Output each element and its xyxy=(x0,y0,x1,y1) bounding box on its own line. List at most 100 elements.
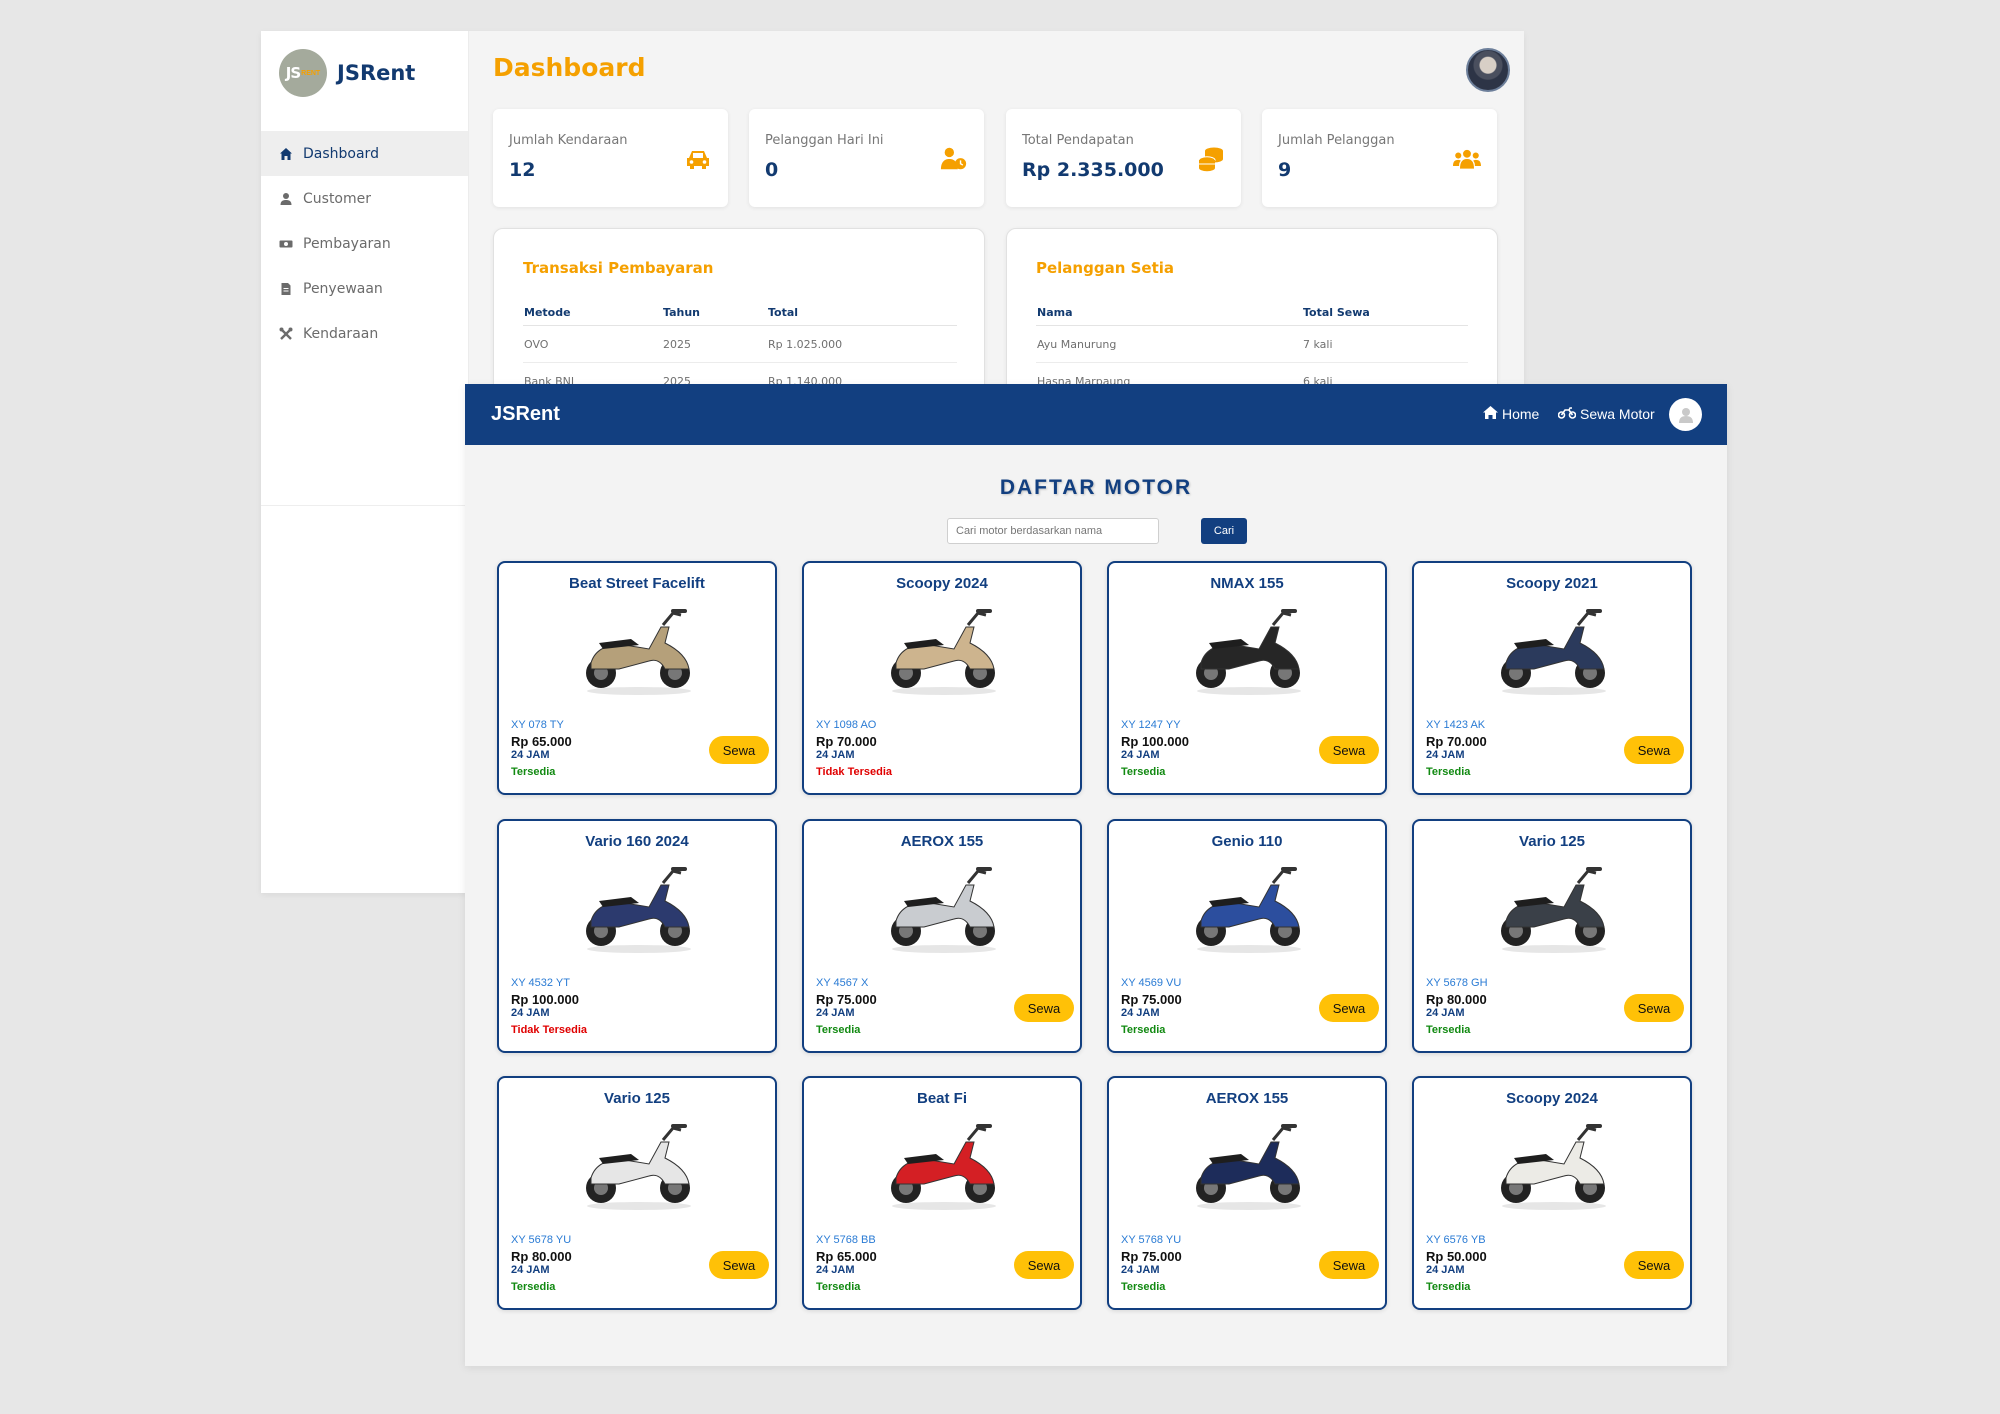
sidebar-item-label: Kendaraan xyxy=(303,325,379,342)
motor-image xyxy=(1179,599,1319,699)
motor-name: Beat Street Facelift xyxy=(569,575,705,592)
user-clock-icon xyxy=(940,145,968,173)
motor-status: Tersedia xyxy=(1426,1024,1471,1036)
brand-logo: JS RENT xyxy=(279,49,327,97)
motor-card: Beat Fi XY 5768 BB Rp 65.000 24 JAM Ters… xyxy=(802,1076,1082,1310)
table-cell: 7 kali xyxy=(1302,325,1468,363)
sidebar-item-label: Pembayaran xyxy=(303,235,391,252)
motor-image xyxy=(1179,857,1319,957)
motor-status: Tersedia xyxy=(1121,1024,1166,1036)
motor-name: Genio 110 xyxy=(1211,833,1283,850)
motor-image xyxy=(569,599,709,699)
home-icon xyxy=(279,147,293,161)
column-header: Nama xyxy=(1036,299,1302,326)
stat-card-jumlah-kendaraan: Jumlah Kendaraan 12 xyxy=(493,109,728,207)
sidebar-item-penyewaan[interactable]: Penyewaan xyxy=(261,266,468,311)
sewa-button[interactable]: Sewa xyxy=(1624,1251,1684,1279)
motor-duration: 24 JAM xyxy=(511,749,550,761)
motor-name: Beat Fi xyxy=(916,1090,967,1107)
motor-image xyxy=(874,857,1014,957)
sewa-button[interactable]: Sewa xyxy=(709,736,769,764)
motor-card: Scoopy 2024 XY 6576 YB Rp 50.000 24 JAM … xyxy=(1412,1076,1692,1310)
motor-duration: 24 JAM xyxy=(1426,1007,1465,1019)
sewa-button[interactable]: Sewa xyxy=(1014,1251,1074,1279)
document-icon xyxy=(279,282,293,296)
table-cell: Rp 1.025.000 xyxy=(767,325,957,363)
user-icon xyxy=(1678,407,1693,423)
motor-price: Rp 75.000 xyxy=(1121,992,1182,1007)
motor-name: AEROX 155 xyxy=(900,833,984,850)
sewa-button[interactable]: Sewa xyxy=(709,1251,769,1279)
motor-image xyxy=(569,857,709,957)
logo-text: JS xyxy=(285,64,301,82)
motor-price: Rp 65.000 xyxy=(511,734,572,749)
motor-plate: XY 4567 X xyxy=(816,977,869,989)
motor-duration: 24 JAM xyxy=(511,1264,550,1276)
stat-card-jumlah-pelanggan: Jumlah Pelanggan 9 xyxy=(1262,109,1497,207)
motor-price: Rp 80.000 xyxy=(1426,992,1487,1007)
sewa-button[interactable]: Sewa xyxy=(1319,994,1379,1022)
motor-price: Rp 50.000 xyxy=(1426,1249,1487,1264)
sewa-button[interactable]: Sewa xyxy=(1624,994,1684,1022)
sewa-button[interactable]: Sewa xyxy=(1319,736,1379,764)
motor-card: AEROX 155 XY 4567 X Rp 75.000 24 JAM Ter… xyxy=(802,819,1082,1053)
sidebar-divider xyxy=(261,505,468,506)
page-title: Dashboard xyxy=(493,53,646,82)
motor-name: AEROX 155 xyxy=(1205,1090,1289,1107)
nav-link-label: Home xyxy=(1502,406,1540,422)
stat-value: Rp 2.335.000 xyxy=(1022,159,1164,181)
motor-plate: XY 5678 YU xyxy=(511,1234,572,1246)
sewa-button[interactable]: Sewa xyxy=(1014,994,1074,1022)
sewa-button[interactable]: Sewa xyxy=(1624,736,1684,764)
table-row: OVO 2025 Rp 1.025.000 xyxy=(523,325,957,363)
sidebar-item-customer[interactable]: Customer xyxy=(261,176,468,221)
motor-plate: XY 6576 YB xyxy=(1426,1234,1486,1246)
stat-value: 9 xyxy=(1278,159,1292,181)
motor-plate: XY 4532 YT xyxy=(511,977,570,989)
stat-card-pelanggan-hari-ini: Pelanggan Hari Ini 0 xyxy=(749,109,984,207)
motor-card: NMAX 155 XY 1247 YY Rp 100.000 24 JAM Te… xyxy=(1107,561,1387,795)
tools-icon xyxy=(279,327,293,341)
motor-plate: XY 5768 YU xyxy=(1121,1234,1182,1246)
search-input[interactable] xyxy=(947,518,1159,544)
motor-status: Tersedia xyxy=(1426,766,1471,778)
column-header: Tahun xyxy=(662,299,767,326)
motor-duration: 24 JAM xyxy=(1121,749,1160,761)
motor-name: Vario 160 2024 xyxy=(585,833,689,850)
sidebar-item-pembayaran[interactable]: Pembayaran xyxy=(261,221,468,266)
page-heading: DAFTAR MOTOR xyxy=(999,476,1193,499)
sewa-button[interactable]: Sewa xyxy=(1319,1251,1379,1279)
nav-link-label: Sewa Motor xyxy=(1580,406,1655,422)
users-icon xyxy=(1453,145,1481,173)
sidebar-item-label: Penyewaan xyxy=(303,280,383,297)
column-header: Metode xyxy=(523,299,662,326)
motor-plate: XY 1423 AK xyxy=(1426,719,1486,731)
motor-name: Scoopy 2021 xyxy=(1506,575,1598,592)
sidebar-brand[interactable]: JS RENT JSRent xyxy=(279,48,415,98)
motor-card: AEROX 155 XY 5768 YU Rp 75.000 24 JAM Te… xyxy=(1107,1076,1387,1310)
nav-home-link[interactable]: Home xyxy=(1483,406,1539,422)
sidebar-item-label: Dashboard xyxy=(303,145,379,162)
top-navbar: JSRent Home Sewa Motor xyxy=(465,384,1727,445)
user-avatar-button[interactable] xyxy=(1669,398,1702,431)
stat-value: 0 xyxy=(765,159,779,181)
coins-icon xyxy=(1197,145,1225,173)
column-header: Total Sewa xyxy=(1302,299,1468,326)
motor-price: Rp 75.000 xyxy=(1121,1249,1182,1264)
admin-avatar[interactable] xyxy=(1466,48,1510,92)
motor-name: Scoopy 2024 xyxy=(1506,1090,1598,1107)
navbar-brand[interactable]: JSRent xyxy=(491,403,560,426)
sidebar-item-kendaraan[interactable]: Kendaraan xyxy=(261,311,468,356)
motorcycle-icon xyxy=(1557,406,1577,422)
motor-status: Tersedia xyxy=(816,1024,861,1036)
table-cell: OVO xyxy=(523,325,662,363)
table-cell: Ayu Manurung xyxy=(1036,325,1302,363)
motor-price: Rp 70.000 xyxy=(1426,734,1487,749)
motor-card: Genio 110 XY 4569 VU Rp 75.000 24 JAM Te… xyxy=(1107,819,1387,1053)
nav-sewa-motor-link[interactable]: Sewa Motor xyxy=(1557,406,1655,422)
search-button[interactable]: Cari xyxy=(1201,518,1247,544)
motor-duration: 24 JAM xyxy=(1426,1264,1465,1276)
motor-card: Vario 125 XY 5678 YU Rp 80.000 24 JAM Te… xyxy=(497,1076,777,1310)
motor-card: Vario 160 2024 XY 4532 YT Rp 100.000 24 … xyxy=(497,819,777,1053)
sidebar-item-dashboard[interactable]: Dashboard xyxy=(261,131,468,176)
